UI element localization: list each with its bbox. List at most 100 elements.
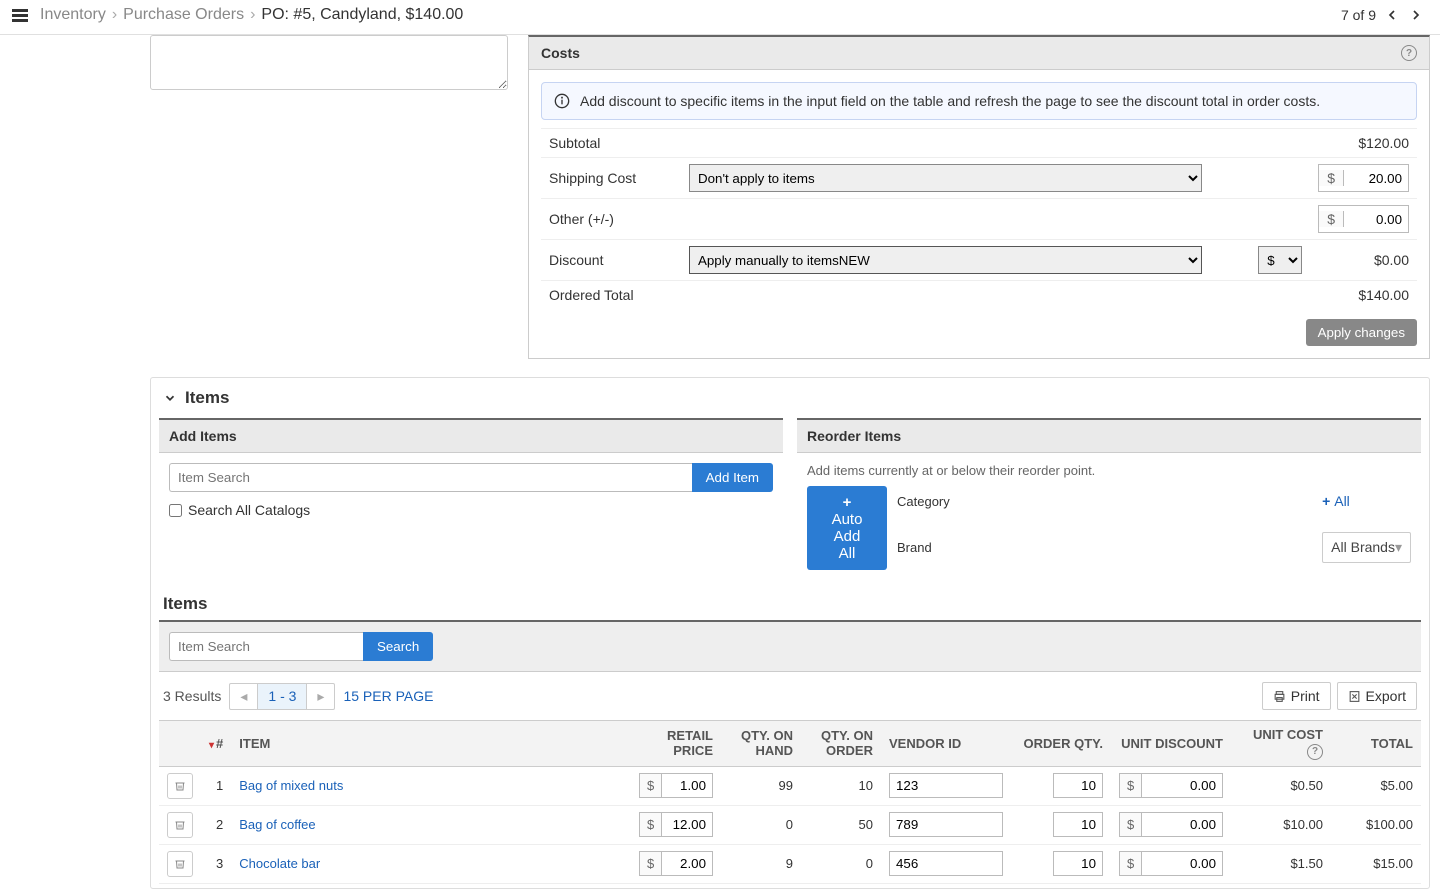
- qty-on-order: 0: [801, 844, 881, 883]
- items-table: ▾# ITEM RETAIL PRICE QTY. ON HAND QTY. O…: [159, 720, 1421, 884]
- other-label: Other (+/-): [541, 199, 681, 240]
- unit-discount-input[interactable]: [1142, 852, 1222, 875]
- info-icon: [554, 93, 570, 109]
- shipping-input-wrap: $: [1318, 164, 1409, 192]
- per-page-link[interactable]: 15 PER PAGE: [343, 688, 433, 704]
- ordered-total-label: Ordered Total: [541, 281, 681, 310]
- delete-row-button[interactable]: [167, 773, 193, 799]
- trash-icon: [174, 858, 186, 870]
- auto-add-all-button[interactable]: + Auto Add All: [807, 486, 887, 570]
- brand-select[interactable]: All Brands ▾: [1322, 532, 1411, 563]
- pager-text: 7 of 9: [1341, 7, 1376, 23]
- th-vendor[interactable]: VENDOR ID: [881, 721, 1011, 767]
- row-num: 2: [201, 805, 231, 844]
- currency-symbol: $: [1120, 774, 1142, 797]
- vendor-id-input[interactable]: [889, 773, 1003, 798]
- crumb-current: PO: #5, Candyland, $140.00: [261, 6, 463, 24]
- th-retail[interactable]: RETAIL PRICE: [631, 721, 721, 767]
- discount-label: Discount: [541, 240, 681, 281]
- crumb-inventory[interactable]: Inventory: [40, 6, 106, 24]
- costs-header: Costs ?: [528, 35, 1430, 70]
- caret-down-icon: ▾: [1395, 539, 1402, 556]
- qty-on-hand: 0: [721, 805, 801, 844]
- crumb-purchase-orders[interactable]: Purchase Orders: [123, 6, 244, 24]
- vendor-id-input[interactable]: [889, 851, 1003, 876]
- unit-discount-input[interactable]: [1142, 774, 1222, 797]
- info-banner: Add discount to specific items in the in…: [541, 82, 1417, 120]
- other-input-wrap: $: [1318, 205, 1409, 233]
- category-all-link[interactable]: + All: [1322, 493, 1350, 509]
- export-icon: [1348, 690, 1361, 703]
- items-pager: ◂ 1 - 3 ▸: [229, 683, 335, 710]
- th-orderqty[interactable]: ORDER QTY.: [1011, 721, 1111, 767]
- th-unitdisc[interactable]: UNIT DISCOUNT: [1111, 721, 1231, 767]
- chevron-right-icon: ›: [112, 6, 117, 24]
- search-all-catalogs-checkbox[interactable]: [169, 504, 182, 517]
- search-all-catalogs-label: Search All Catalogs: [188, 502, 310, 518]
- pager-prev[interactable]: ◂: [230, 684, 258, 709]
- th-onorder[interactable]: QTY. ON ORDER: [801, 721, 881, 767]
- retail-price-input[interactable]: [662, 813, 712, 836]
- info-text: Add discount to specific items in the in…: [580, 93, 1320, 109]
- print-button[interactable]: Print: [1262, 682, 1331, 710]
- sort-indicator-icon[interactable]: ▾: [209, 740, 214, 751]
- th-item[interactable]: ITEM: [231, 721, 631, 767]
- subtotal-value: $120.00: [1310, 129, 1417, 158]
- retail-price-input[interactable]: [662, 774, 712, 797]
- currency-symbol: $: [640, 774, 662, 797]
- add-item-button[interactable]: Add Item: [692, 463, 773, 492]
- chevron-left-icon[interactable]: [1384, 7, 1400, 23]
- shipping-label: Shipping Cost: [541, 158, 681, 199]
- items-section-toggle[interactable]: Items: [151, 378, 1429, 418]
- th-onhand[interactable]: QTY. ON HAND: [721, 721, 801, 767]
- item-link[interactable]: Chocolate bar: [239, 856, 320, 871]
- th-unitcost[interactable]: UNIT COST?: [1231, 721, 1331, 767]
- row-total: $100.00: [1331, 805, 1421, 844]
- export-button[interactable]: Export: [1337, 682, 1417, 710]
- item-link[interactable]: Bag of coffee: [239, 817, 315, 832]
- print-icon: [1273, 690, 1286, 703]
- add-item-search-input[interactable]: [169, 463, 692, 492]
- row-total: $5.00: [1331, 766, 1421, 805]
- trash-icon: [174, 780, 186, 792]
- order-qty-input[interactable]: [1053, 773, 1103, 798]
- qty-on-order: 10: [801, 766, 881, 805]
- discount-apply-select[interactable]: Apply manually to itemsNEW: [689, 246, 1202, 274]
- apply-changes-button[interactable]: Apply changes: [1306, 319, 1417, 346]
- vendor-id-input[interactable]: [889, 812, 1003, 837]
- other-value-input[interactable]: [1344, 206, 1408, 232]
- row-num: 3: [201, 844, 231, 883]
- notes-textarea[interactable]: [150, 35, 508, 90]
- trash-icon: [174, 819, 186, 831]
- order-qty-input[interactable]: [1053, 851, 1103, 876]
- currency-symbol: $: [1120, 852, 1142, 875]
- add-items-header: Add Items: [159, 420, 783, 453]
- items-search-button[interactable]: Search: [363, 632, 433, 661]
- category-label: Category: [897, 494, 1312, 509]
- unit-cost: $10.00: [1231, 805, 1331, 844]
- items-search-input[interactable]: [169, 632, 363, 661]
- help-icon[interactable]: ?: [1401, 45, 1417, 61]
- item-link[interactable]: Bag of mixed nuts: [239, 778, 343, 793]
- subtotal-label: Subtotal: [541, 129, 681, 158]
- order-qty-input[interactable]: [1053, 812, 1103, 837]
- shipping-apply-select[interactable]: Don't apply to items: [689, 164, 1202, 192]
- currency-symbol: $: [640, 852, 662, 875]
- currency-symbol: $: [640, 813, 662, 836]
- delete-row-button[interactable]: [167, 812, 193, 838]
- chevron-right-icon: ›: [250, 6, 255, 24]
- chevron-right-icon[interactable]: [1408, 7, 1424, 23]
- unit-discount-input[interactable]: [1142, 813, 1222, 836]
- retail-price-input[interactable]: [662, 852, 712, 875]
- menu-icon[interactable]: [12, 9, 28, 22]
- items-section-title: Items: [185, 388, 229, 408]
- pager-range[interactable]: 1 - 3: [258, 684, 307, 709]
- unit-cost: $1.50: [1231, 844, 1331, 883]
- th-total[interactable]: TOTAL: [1331, 721, 1421, 767]
- shipping-value-input[interactable]: [1344, 165, 1408, 191]
- delete-row-button[interactable]: [167, 851, 193, 877]
- items-list-heading: Items: [151, 580, 1429, 620]
- pager-next[interactable]: ▸: [307, 684, 334, 709]
- discount-unit-select[interactable]: $: [1258, 246, 1302, 274]
- help-icon[interactable]: ?: [1307, 744, 1323, 760]
